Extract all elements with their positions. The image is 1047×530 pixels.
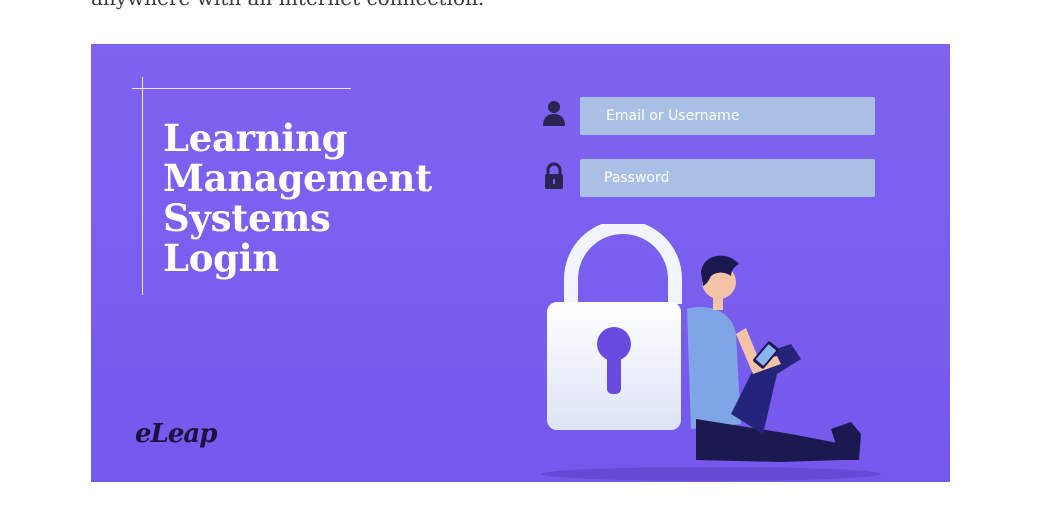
frame-vertical-line	[142, 77, 143, 295]
title-line-1: Learning	[163, 116, 348, 160]
eleap-logo: eLeap	[135, 419, 217, 449]
title-line-3: Systems	[163, 196, 331, 240]
lock-icon	[545, 162, 563, 189]
title-line-4: Login	[163, 236, 280, 280]
hero-title: Learning Management Systems Login	[163, 118, 432, 278]
frame-horizontal-line	[132, 88, 351, 89]
user-icon	[543, 101, 565, 126]
padlock-person-illustration	[541, 224, 881, 481]
intro-paragraph: anywhere with an internet connection.	[91, 0, 484, 10]
password-input[interactable]: Password	[580, 159, 875, 197]
title-line-2: Management	[163, 156, 432, 200]
lms-login-hero-image: Learning Management Systems Login Email …	[91, 44, 950, 482]
email-input[interactable]: Email or Username	[580, 97, 875, 135]
